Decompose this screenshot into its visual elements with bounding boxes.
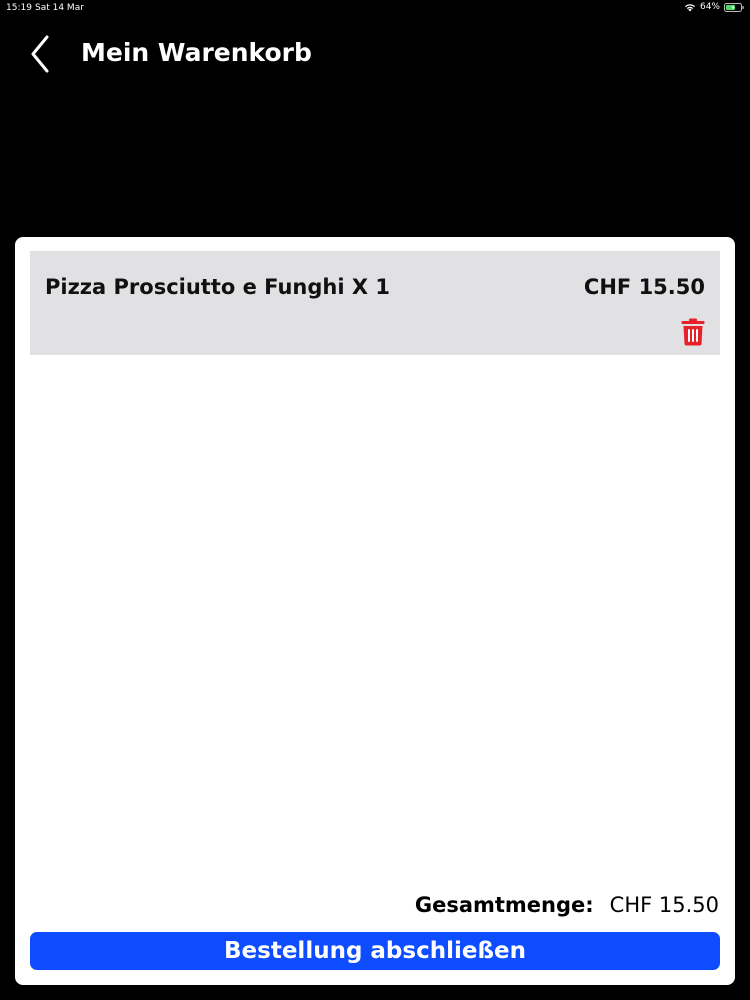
chevron-left-icon xyxy=(31,35,49,73)
total-label: Gesamtmenge: xyxy=(414,893,594,917)
trash-icon xyxy=(681,318,705,346)
wifi-icon xyxy=(684,3,695,11)
total-value: CHF 15.50 xyxy=(609,893,719,917)
item-name: Pizza Prosciutto e Funghi X 1 xyxy=(45,275,390,299)
back-button[interactable] xyxy=(22,32,58,76)
status-bar: 15:19 Sat 14 Mar 64% xyxy=(0,0,750,16)
status-time: 15:19 xyxy=(6,3,32,13)
checkout-button[interactable]: Bestellung abschließen xyxy=(30,932,720,970)
status-indicators: 64% xyxy=(684,2,744,12)
delete-item-button[interactable] xyxy=(680,317,706,347)
battery-percent: 64% xyxy=(699,2,720,12)
page-title: Mein Warenkorb xyxy=(81,38,312,67)
header: Mein Warenkorb xyxy=(0,24,750,82)
cart-card: Pizza Prosciutto e Funghi X 1 CHF 15.50 … xyxy=(15,237,735,985)
battery-icon xyxy=(724,2,744,12)
total-row: Gesamtmenge: CHF 15.50 xyxy=(415,893,719,917)
cart-item: Pizza Prosciutto e Funghi X 1 CHF 15.50 xyxy=(30,251,720,355)
item-price: CHF 15.50 xyxy=(583,275,705,299)
status-date: Sat 14 Mar xyxy=(35,3,84,13)
